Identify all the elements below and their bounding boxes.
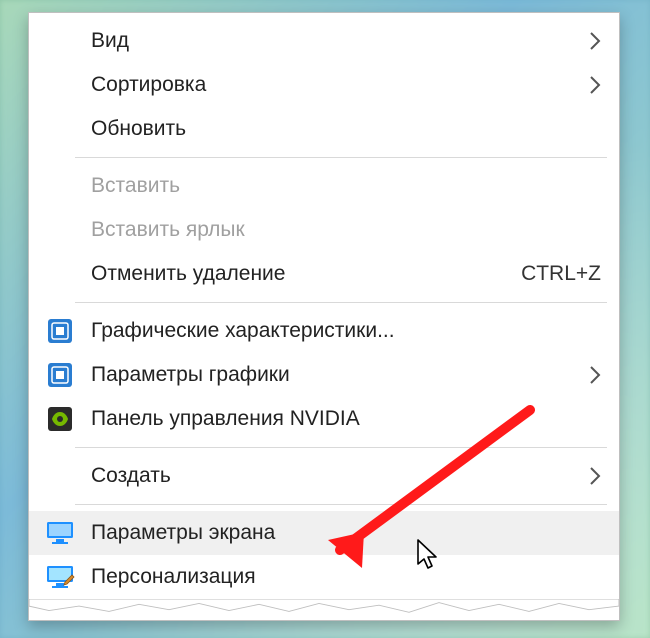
menu-item-refresh[interactable]: Обновить	[29, 107, 619, 151]
menu-item-label: Панель управления NVIDIA	[91, 407, 601, 431]
intel-graphics-icon	[29, 317, 91, 345]
chevron-right-icon	[589, 75, 601, 95]
menu-item-label: Вид	[91, 29, 571, 53]
menu-item-personalize[interactable]: Персонализация	[29, 555, 619, 599]
intel-graphics-icon	[29, 361, 91, 389]
menu-item-undo-delete[interactable]: Отменить удаление CTRL+Z	[29, 252, 619, 296]
menu-item-intel-graphics-options[interactable]: Параметры графики	[29, 353, 619, 397]
menu-item-label: Параметры экрана	[91, 521, 601, 545]
menu-item-label: Сортировка	[91, 73, 571, 97]
torn-edge	[29, 599, 619, 615]
menu-item-label: Графические характеристики...	[91, 319, 601, 343]
menu-item-label: Персонализация	[91, 565, 601, 589]
menu-item-label: Создать	[91, 464, 571, 488]
menu-item-nvidia-control-panel[interactable]: Панель управления NVIDIA	[29, 397, 619, 441]
display-settings-icon	[29, 520, 91, 546]
personalize-icon	[29, 564, 91, 590]
menu-item-label: Параметры графики	[91, 363, 571, 387]
separator	[75, 504, 607, 505]
menu-item-label: Обновить	[91, 117, 601, 141]
menu-item-label: Отменить удаление	[91, 262, 501, 286]
menu-item-new[interactable]: Создать	[29, 454, 619, 498]
menu-item-label: Вставить ярлык	[91, 218, 601, 242]
separator	[75, 157, 607, 158]
menu-item-paste: Вставить	[29, 164, 619, 208]
chevron-right-icon	[589, 466, 601, 486]
menu-item-view[interactable]: Вид	[29, 19, 619, 63]
menu-item-intel-graphics-props[interactable]: Графические характеристики...	[29, 309, 619, 353]
separator	[75, 302, 607, 303]
menu-item-paste-shortcut: Вставить ярлык	[29, 208, 619, 252]
nvidia-icon	[29, 405, 91, 433]
desktop-context-menu[interactable]: Вид Сортировка Обновить Вставить Вставит…	[28, 12, 620, 621]
menu-shortcut: CTRL+Z	[521, 262, 601, 286]
chevron-right-icon	[589, 365, 601, 385]
menu-item-label: Вставить	[91, 174, 601, 198]
chevron-right-icon	[589, 31, 601, 51]
menu-item-display-settings[interactable]: Параметры экрана	[29, 511, 619, 555]
menu-item-sort[interactable]: Сортировка	[29, 63, 619, 107]
separator	[75, 447, 607, 448]
